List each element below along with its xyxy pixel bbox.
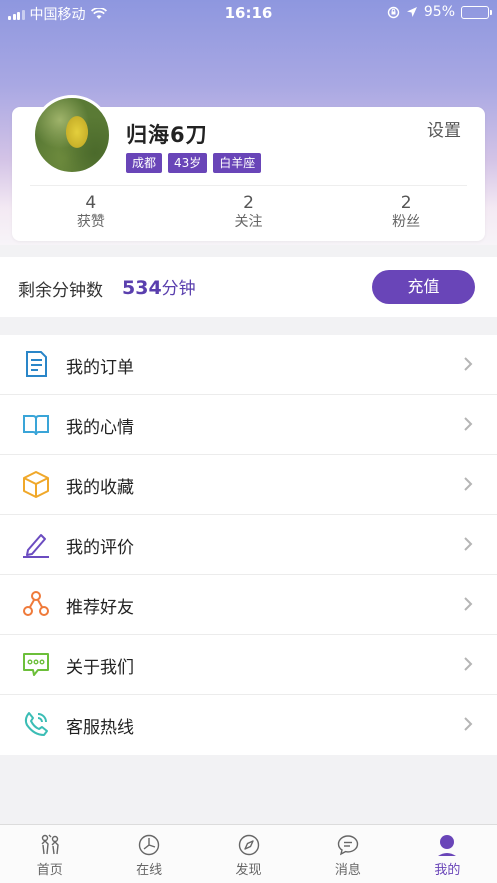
box-icon: [23, 471, 49, 498]
tab-mine[interactable]: 我的: [398, 825, 497, 883]
menu-label-about: 关于我们: [66, 658, 134, 678]
chevron-right-icon: [464, 597, 473, 611]
settings-button[interactable]: 设置: [427, 116, 461, 141]
chevron-right-icon: [464, 717, 473, 731]
chevron-right-icon: [464, 417, 473, 431]
menu-label-hotline: 客服热线: [66, 718, 134, 738]
book-icon: [23, 415, 49, 436]
followers-count: 2: [400, 193, 412, 213]
status-bar: 中国移动 16:16 95%: [0, 0, 497, 26]
followers-label: 粉丝: [392, 214, 421, 230]
tab-label-mine: 我的: [434, 863, 461, 878]
minutes-unit: 分钟: [161, 279, 196, 299]
tab-messages[interactable]: 消息: [298, 825, 397, 883]
menu-list: 我的订单 我的心情 我的收藏 我的评价 推荐好友 关于我们 客服热线: [0, 335, 497, 755]
menu-label-reviews: 我的评价: [66, 538, 134, 558]
tab-label-online: 在线: [136, 863, 163, 878]
tab-online[interactable]: 在线: [99, 825, 198, 883]
tab-label-messages: 消息: [334, 863, 361, 878]
tab-label-discover: 发现: [235, 863, 262, 878]
chat-bubble-icon: [23, 653, 49, 676]
chevron-right-icon: [464, 657, 473, 671]
tab-discover[interactable]: 发现: [199, 825, 298, 883]
menu-label-favorites: 我的收藏: [66, 478, 134, 498]
card-divider: [30, 185, 467, 186]
share-icon: [23, 591, 49, 616]
stat-following[interactable]: 2 关注: [170, 193, 328, 231]
battery-icon: [461, 5, 492, 19]
phone-icon: [24, 712, 48, 736]
status-right: 95%: [387, 4, 492, 20]
bottom-tab-bar: 首页 在线 发现 消息 我的: [0, 824, 497, 883]
menu-item-about[interactable]: 关于我们: [0, 635, 497, 695]
chevron-right-icon: [464, 537, 473, 551]
menu-item-hotline[interactable]: 客服热线: [0, 695, 497, 755]
menu-item-orders[interactable]: 我的订单: [0, 335, 497, 395]
avatar[interactable]: [32, 95, 112, 175]
age-tag: 43岁: [168, 153, 208, 173]
remaining-minutes-row: 剩余分钟数 534分钟 充值: [0, 257, 497, 317]
menu-label-mood: 我的心情: [66, 418, 134, 438]
zodiac-tag: 白羊座: [213, 153, 262, 173]
remaining-minutes-value: 534分钟: [122, 274, 196, 299]
city-tag: 成都: [126, 153, 163, 173]
menu-item-reviews[interactable]: 我的评价: [0, 515, 497, 575]
minutes-number: 534: [122, 277, 162, 299]
chevron-right-icon: [464, 477, 473, 491]
orientation-lock-icon: [387, 6, 400, 18]
location-icon: [406, 7, 417, 17]
profile-tags: 成都 43岁 白羊座: [126, 153, 262, 173]
likes-label: 获赞: [76, 214, 105, 230]
compass-icon: [238, 834, 259, 856]
menu-label-orders: 我的订单: [66, 358, 134, 378]
following-label: 关注: [234, 214, 263, 230]
menu-item-mood[interactable]: 我的心情: [0, 395, 497, 455]
following-count: 2: [243, 193, 254, 213]
tab-home[interactable]: 首页: [0, 825, 99, 883]
chevron-right-icon: [464, 357, 473, 371]
user-icon: [438, 835, 457, 856]
menu-item-favorites[interactable]: 我的收藏: [0, 455, 497, 515]
tab-label-home: 首页: [36, 863, 63, 878]
likes-count: 4: [85, 193, 97, 213]
online-icon: [138, 834, 160, 856]
stat-followers[interactable]: 2 粉丝: [327, 193, 485, 231]
menu-item-recommend[interactable]: 推荐好友: [0, 575, 497, 635]
message-icon: [337, 835, 359, 856]
pencil-icon: [23, 534, 49, 558]
battery-percent: 95%: [423, 4, 455, 20]
home-icon: [41, 834, 59, 855]
recharge-button[interactable]: 充值: [372, 270, 475, 304]
user-name: 归海6刀: [126, 123, 208, 147]
order-icon: [26, 351, 47, 377]
profile-stats: 4 获赞 2 关注 2 粉丝: [12, 193, 485, 231]
stat-likes[interactable]: 4 获赞: [12, 193, 170, 231]
menu-label-recommend: 推荐好友: [66, 598, 134, 618]
profile-card: 归海6刀 设置 成都 43岁 白羊座 4 获赞 2 关注 2 粉丝: [12, 95, 485, 241]
remaining-minutes-label: 剩余分钟数: [18, 281, 103, 301]
